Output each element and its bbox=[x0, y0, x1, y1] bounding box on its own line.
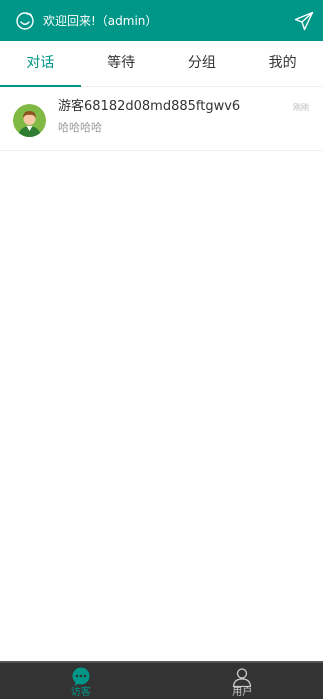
top-header: 欢迎回来!（admin） bbox=[0, 0, 323, 41]
tab-waiting[interactable]: 等待 bbox=[81, 41, 162, 86]
user-icon bbox=[233, 668, 252, 687]
nav-users-label: 用户 bbox=[232, 687, 253, 698]
tab-bar: 对话 等待 分组 我的 bbox=[0, 41, 323, 87]
nav-users[interactable]: 用户 bbox=[162, 663, 323, 699]
conversation-name: 游客68182d08md885ftgwv6 bbox=[58, 99, 241, 114]
paper-plane-icon[interactable] bbox=[294, 11, 314, 31]
bottom-nav: 访客 用户 bbox=[0, 661, 323, 699]
conversation-last-message: 哈哈哈哈 bbox=[58, 121, 102, 134]
smiley-logo-icon bbox=[16, 12, 34, 30]
chat-bubble-icon bbox=[72, 667, 90, 686]
nav-visitors-label: 访客 bbox=[70, 687, 91, 698]
tab-conversations[interactable]: 对话 bbox=[0, 41, 81, 87]
conversation-list: 游客68182d08md885ftgwv6 哈哈哈哈 刚刚 bbox=[0, 87, 323, 151]
nav-visitors[interactable]: 访客 bbox=[0, 663, 162, 699]
conversation-time: 刚刚 bbox=[293, 103, 309, 112]
tab-groups[interactable]: 分组 bbox=[162, 41, 243, 86]
app-root: 欢迎回来!（admin） 对话 等待 分组 我的 游客68182d08md885… bbox=[0, 0, 323, 699]
welcome-text: 欢迎回来!（admin） bbox=[43, 14, 158, 28]
conversation-item[interactable]: 游客68182d08md885ftgwv6 哈哈哈哈 刚刚 bbox=[0, 87, 323, 151]
tab-mine[interactable]: 我的 bbox=[242, 41, 323, 86]
visitor-avatar-icon bbox=[13, 104, 46, 137]
